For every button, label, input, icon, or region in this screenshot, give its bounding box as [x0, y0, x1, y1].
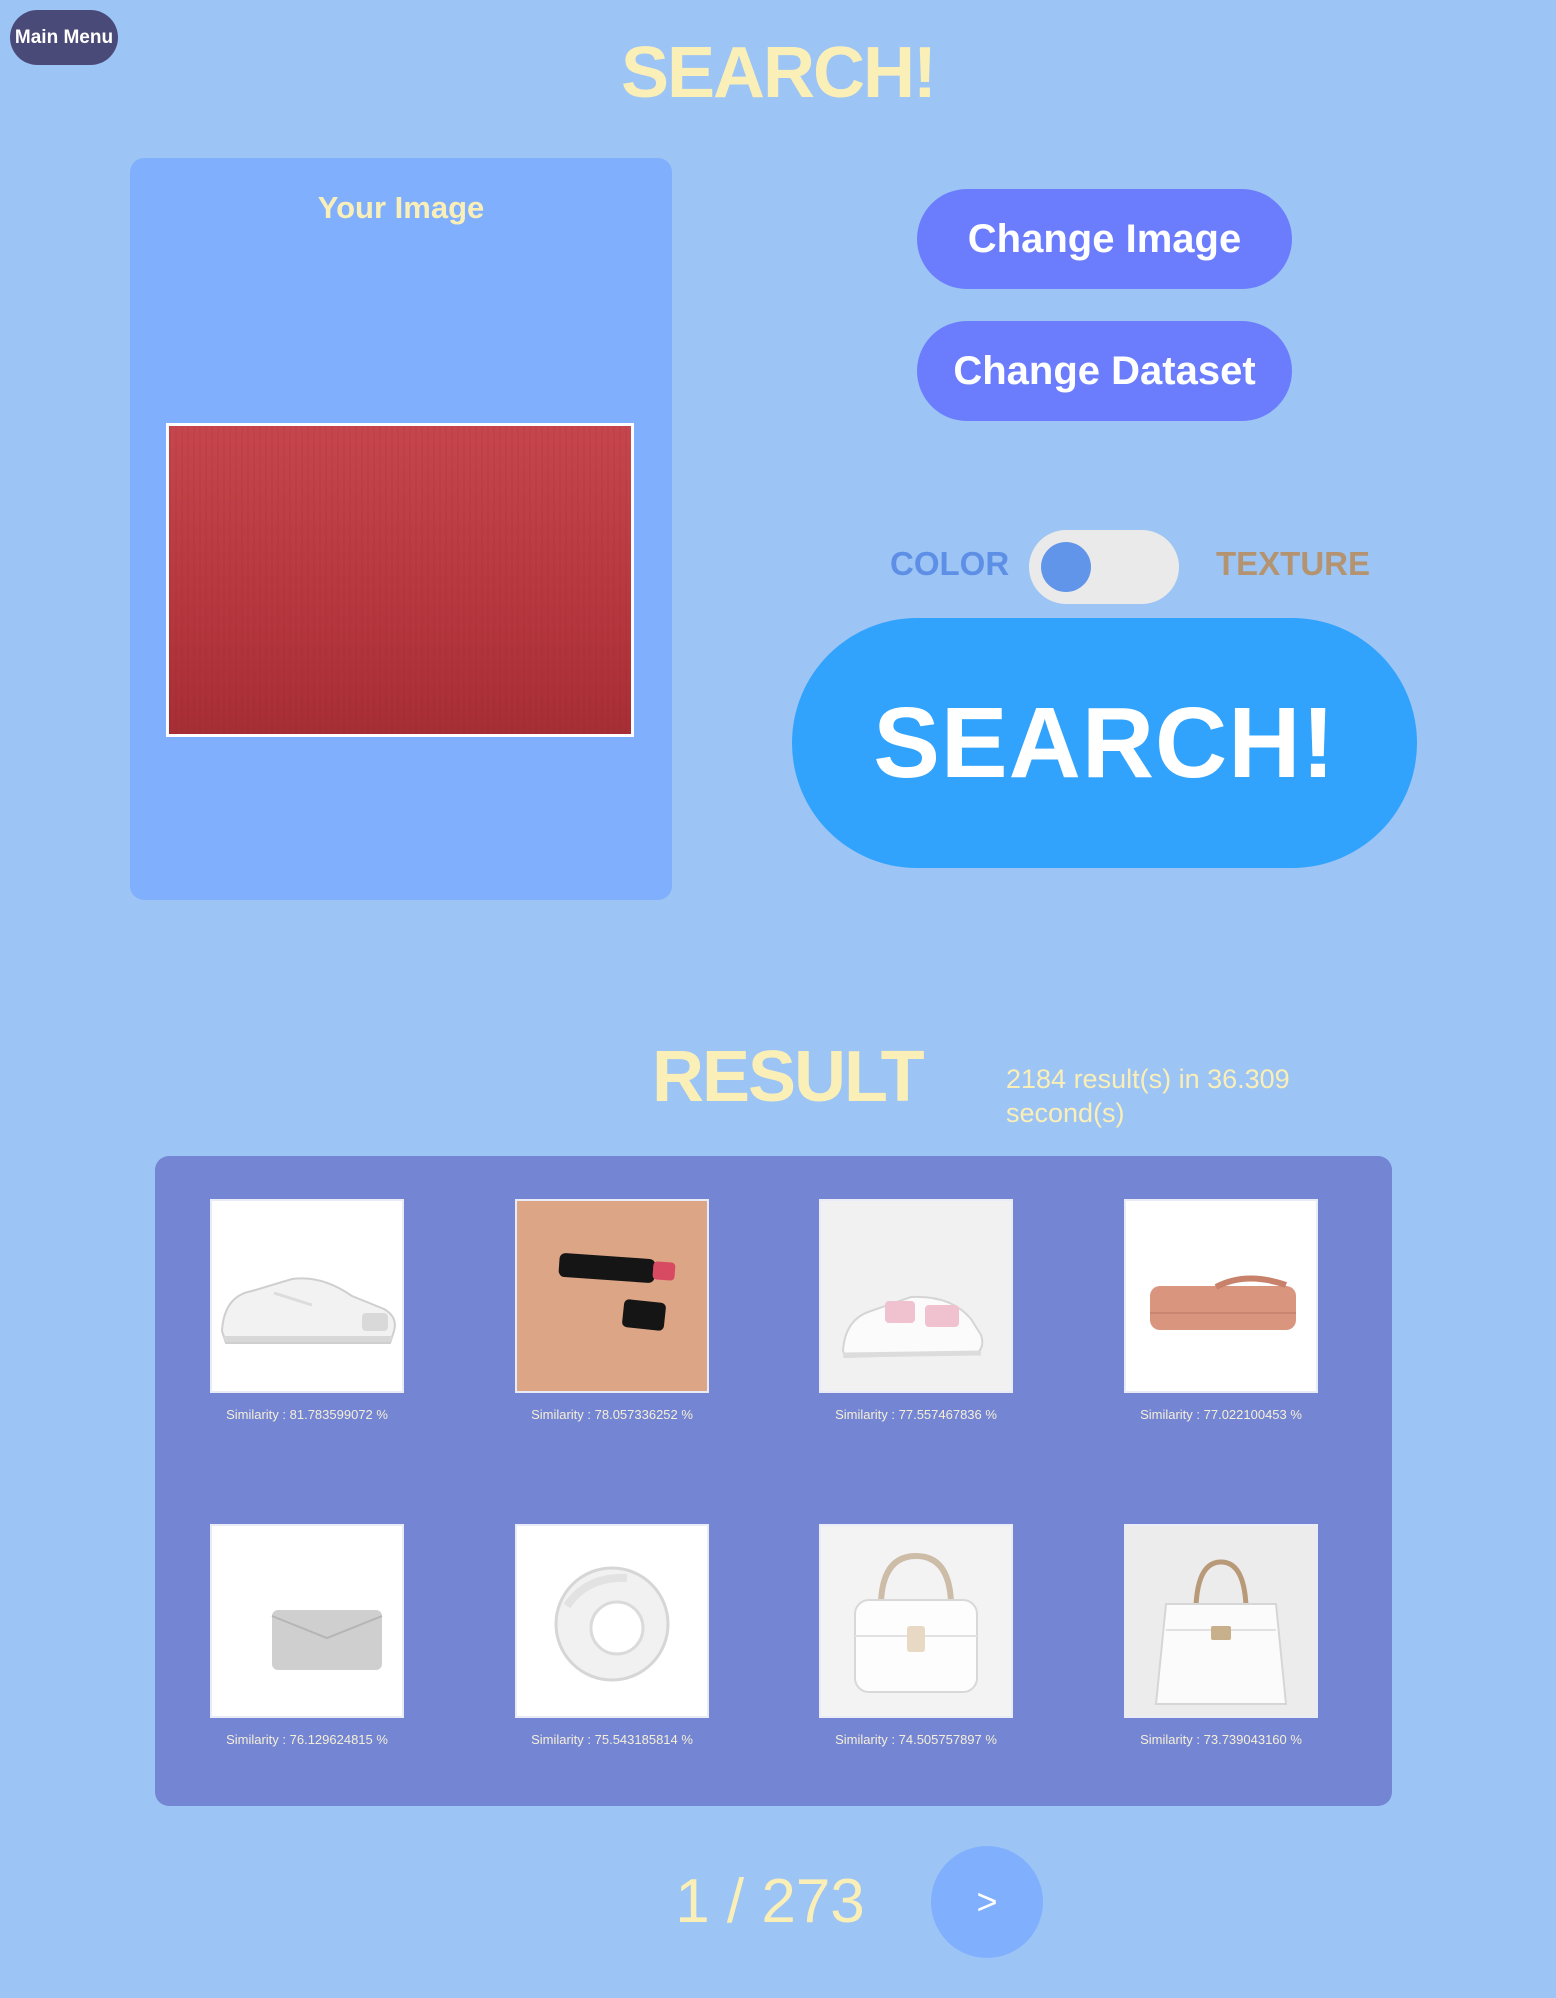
page-indicator: 1 / 273	[675, 1867, 865, 1936]
clear-ring-icon	[517, 1526, 707, 1716]
pink-strap-sneaker-icon	[821, 1201, 1011, 1391]
result-thumbnail[interactable]	[819, 1524, 1013, 1718]
result-thumbnail[interactable]	[515, 1524, 709, 1718]
result-card: Similarity : 81.783599072 %	[210, 1199, 404, 1422]
similarity-label: Similarity : 77.022100453 %	[1140, 1407, 1302, 1422]
query-panel-title: Your Image	[317, 190, 485, 225]
result-card: Similarity : 78.057336252 %	[515, 1199, 709, 1422]
peach-clutch-icon	[1126, 1201, 1316, 1391]
result-card: Similarity : 73.739043160 %	[1124, 1524, 1318, 1747]
result-thumbnail[interactable]	[1124, 1524, 1318, 1718]
result-summary: 2184 result(s) in 36.309 second(s)	[1006, 1064, 1290, 1128]
change-dataset-button[interactable]: Change Dataset	[917, 321, 1292, 421]
result-card: Similarity : 77.022100453 %	[1124, 1199, 1318, 1422]
result-card: Similarity : 74.505757897 %	[819, 1524, 1013, 1747]
result-thumbnail[interactable]	[210, 1199, 404, 1393]
similarity-label: Similarity : 77.557467836 %	[835, 1407, 997, 1422]
color-texture-toggle[interactable]	[1029, 530, 1179, 604]
similarity-label: Similarity : 75.543185814 %	[531, 1732, 693, 1747]
result-thumbnail[interactable]	[1124, 1199, 1318, 1393]
next-page-button[interactable]: >	[931, 1846, 1043, 1958]
silver-clutch-icon	[212, 1526, 402, 1716]
query-image-panel: Your Image	[130, 158, 672, 900]
similarity-label: Similarity : 78.057336252 %	[531, 1407, 693, 1422]
similarity-label: Similarity : 73.739043160 %	[1140, 1732, 1302, 1747]
page-title: SEARCH!	[620, 33, 937, 113]
toggle-label-color: COLOR	[890, 545, 1010, 582]
similarity-label: Similarity : 81.783599072 %	[226, 1407, 388, 1422]
lipstick-icon	[517, 1201, 707, 1391]
similarity-label: Similarity : 74.505757897 %	[835, 1732, 997, 1747]
search-button[interactable]: SEARCH!	[792, 618, 1417, 868]
toggle-knob	[1041, 542, 1091, 592]
result-thumbnail[interactable]	[819, 1199, 1013, 1393]
white-handbag-chain-icon	[821, 1526, 1011, 1716]
result-card: Similarity : 76.129624815 %	[210, 1524, 404, 1747]
result-card: Similarity : 77.557467836 %	[819, 1199, 1013, 1422]
white-handbag-icon	[1126, 1526, 1316, 1716]
white-sneaker-icon	[212, 1201, 402, 1391]
change-image-button[interactable]: Change Image	[917, 189, 1292, 289]
results-panel: Similarity : 81.783599072 % Similarity :…	[155, 1156, 1392, 1806]
toggle-label-texture: TEXTURE	[1216, 545, 1371, 582]
result-title: RESULT	[652, 1037, 925, 1117]
result-thumbnail[interactable]	[515, 1199, 709, 1393]
similarity-label: Similarity : 76.129624815 %	[226, 1732, 388, 1747]
result-thumbnail[interactable]	[210, 1524, 404, 1718]
result-card: Similarity : 75.543185814 %	[515, 1524, 709, 1747]
query-image	[166, 423, 634, 737]
